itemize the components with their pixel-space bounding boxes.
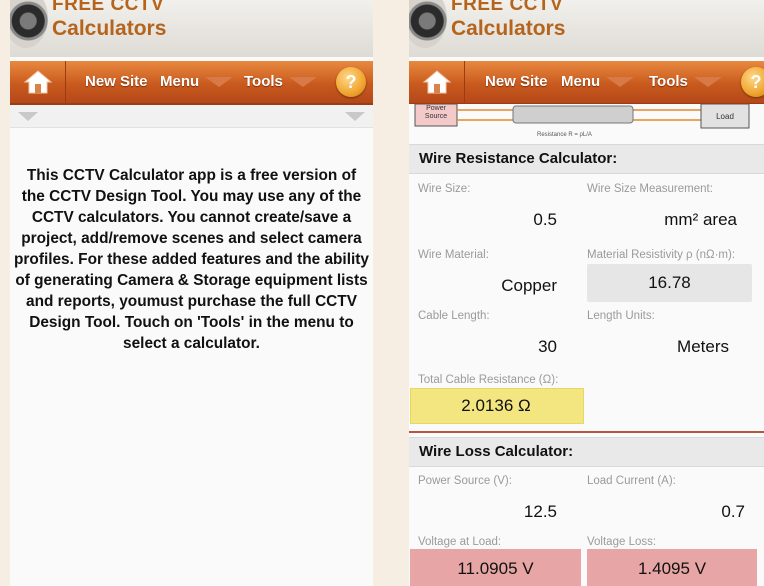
- menu-dropdown[interactable]: Menu: [561, 61, 635, 103]
- camera-logo-icon: [409, 0, 447, 48]
- brand-subtitle: Calculators: [451, 17, 566, 40]
- voltage-loss-value: 1.4095 V: [637, 559, 707, 578]
- wire-diagram: Power Source Load Resistance R = ρL/A: [409, 103, 764, 146]
- home-button[interactable]: [409, 61, 465, 103]
- load-current-label: Load Current (A):: [587, 475, 676, 487]
- collapse-right-icon[interactable]: [345, 112, 365, 121]
- menu-label: Menu: [561, 73, 601, 90]
- collapse-bar: [10, 105, 373, 128]
- nav-bar: New Site Menu Tools ?: [409, 61, 764, 105]
- nav-bar: New Site Menu Tools ?: [10, 61, 373, 105]
- wire-size-measurement-select[interactable]: mm² area: [587, 210, 737, 230]
- wire-size-field[interactable]: 0.5: [409, 210, 557, 230]
- power-source-field[interactable]: 12.5: [409, 502, 557, 522]
- wire-size-label: Wire Size:: [418, 183, 471, 195]
- home-icon: [23, 70, 52, 94]
- resistance-formula: Resistance R = ρL/A: [537, 132, 592, 138]
- cable-length-field[interactable]: 30: [409, 337, 557, 357]
- wire-diagram-graphic: [414, 103, 750, 129]
- total-resistance-label: Total Cable Resistance (Ω):: [418, 374, 559, 386]
- tools-chevron-icon: [288, 77, 317, 88]
- resistivity-value: 16.78: [648, 273, 691, 292]
- wire-loss-heading: Wire Loss Calculator:: [409, 437, 764, 467]
- wire-resistance-heading: Wire Resistance Calculator:: [409, 144, 764, 174]
- wire-material-label: Wire Material:: [418, 249, 489, 261]
- load-box: Load: [716, 112, 734, 121]
- tools-chevron-icon: [693, 77, 722, 88]
- length-units-label: Length Units:: [587, 310, 655, 322]
- voltage-at-load-label: Voltage at Load:: [418, 536, 502, 548]
- calculator-screen: FREE CCTV Calculators New Site Menu Tool…: [409, 0, 764, 586]
- voltage-at-load-value: 11.0905 V: [457, 559, 534, 578]
- length-units-select[interactable]: Meters: [587, 337, 729, 357]
- tools-label: Tools: [244, 73, 283, 90]
- menu-dropdown[interactable]: Menu: [160, 61, 234, 103]
- new-site-button[interactable]: New Site: [85, 61, 148, 103]
- tools-label: Tools: [649, 73, 688, 90]
- load-current-field[interactable]: 0.7: [587, 502, 745, 522]
- home-icon: [422, 70, 451, 94]
- power-source-label: Power Source (V):: [418, 475, 512, 487]
- camera-logo-icon: [10, 0, 48, 48]
- tools-dropdown[interactable]: Tools: [244, 61, 317, 103]
- wire-size-measurement-label: Wire Size Measurement:: [587, 183, 713, 195]
- help-button[interactable]: ?: [336, 67, 366, 97]
- cable-length-label: Cable Length:: [418, 310, 490, 322]
- section-divider: [409, 431, 764, 433]
- brand-title: FREE CCTV: [451, 0, 564, 15]
- menu-label: Menu: [160, 73, 200, 90]
- app-header: FREE CCTV Calculators: [409, 0, 764, 57]
- power-source-box: Power Source: [424, 105, 448, 120]
- menu-chevron-icon: [205, 77, 234, 88]
- app-header: FREE CCTV Calculators: [10, 0, 373, 57]
- intro-screen: FREE CCTV Calculators New Site Menu Tool…: [10, 0, 373, 586]
- new-site-button[interactable]: New Site: [485, 61, 548, 103]
- brand-subtitle: Calculators: [52, 17, 167, 40]
- resistivity-label: Material Resistivity ρ (nΩ·m):: [587, 249, 736, 261]
- collapse-left-icon[interactable]: [18, 112, 38, 121]
- menu-chevron-icon: [606, 77, 635, 88]
- tools-dropdown[interactable]: Tools: [649, 61, 722, 103]
- home-button[interactable]: [10, 61, 66, 103]
- intro-message: This CCTV Calculator app is a free versi…: [14, 167, 369, 352]
- total-resistance-value: 2.0136 Ω: [461, 396, 531, 415]
- wire-material-select[interactable]: Copper: [409, 276, 557, 296]
- brand-title: FREE CCTV: [52, 0, 165, 15]
- help-button[interactable]: ?: [741, 67, 764, 97]
- voltage-loss-label: Voltage Loss:: [587, 536, 657, 548]
